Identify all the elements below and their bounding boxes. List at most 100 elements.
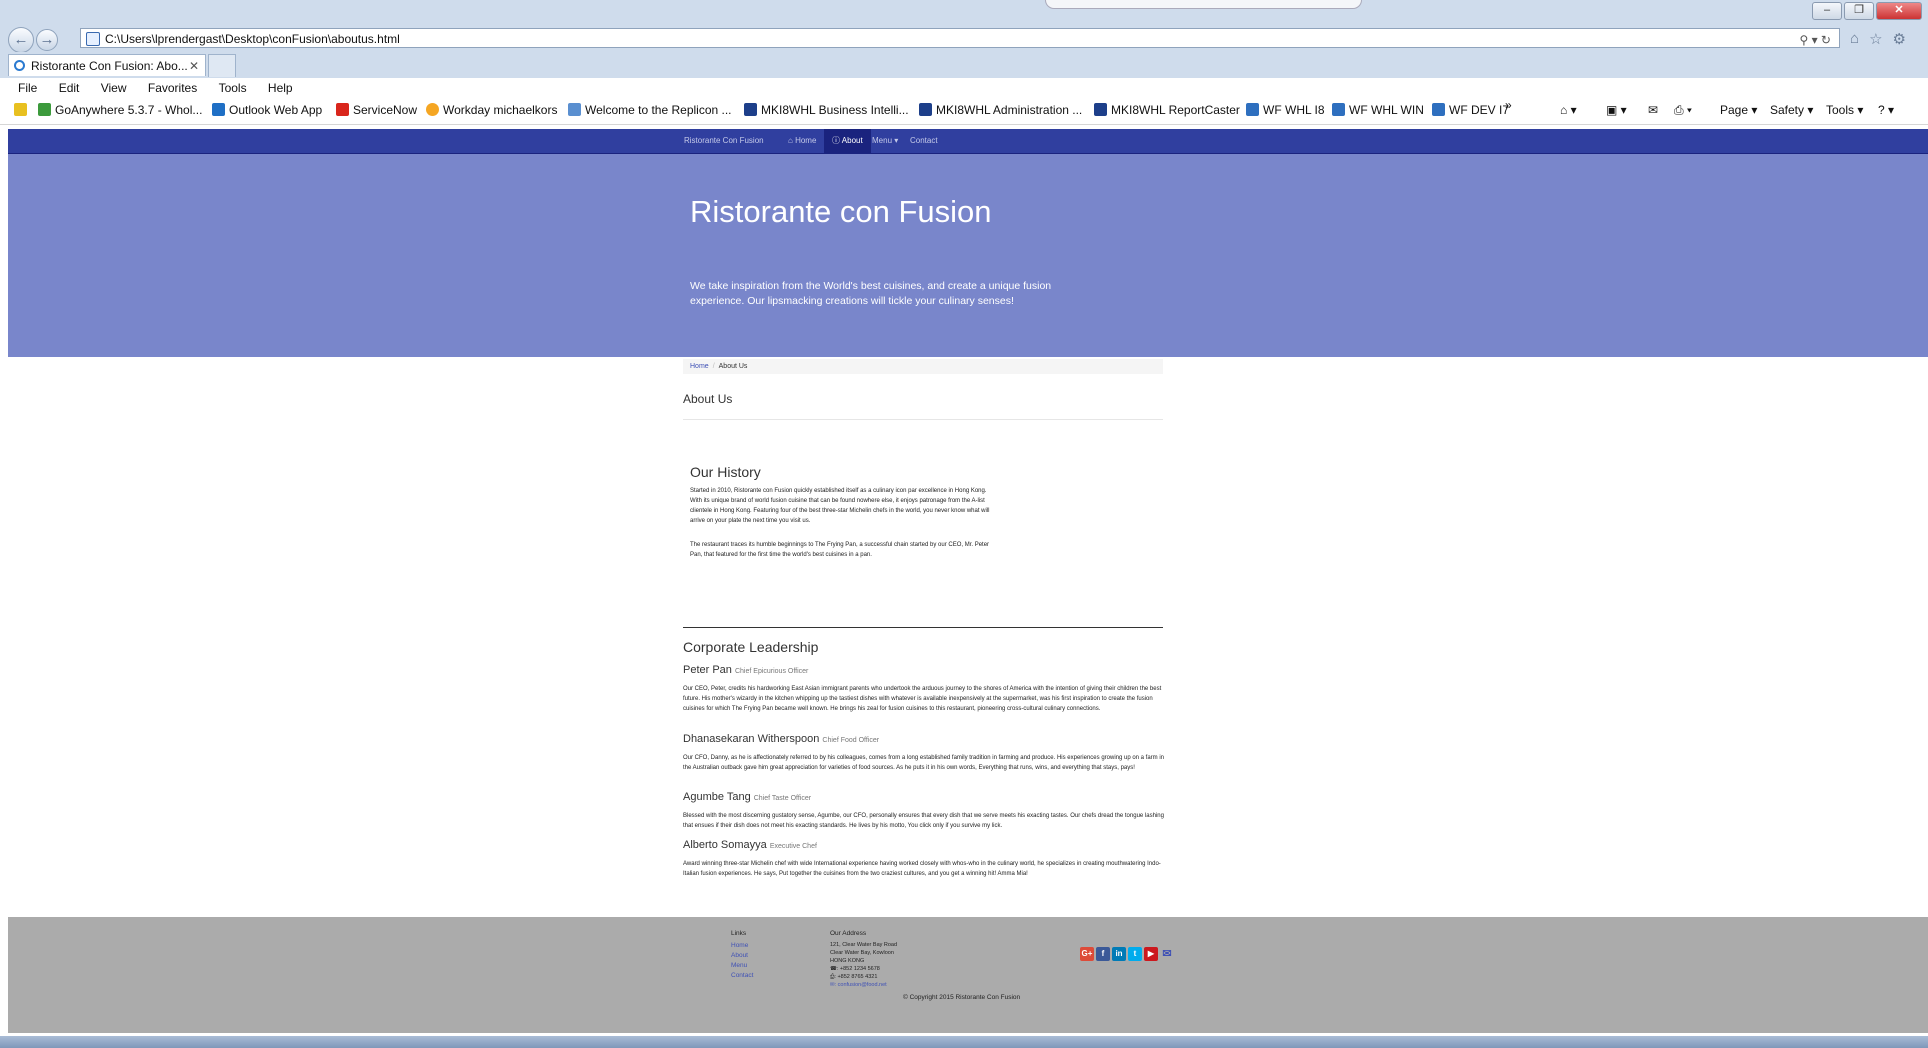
- tools-menu[interactable]: Tools ▾: [1826, 103, 1863, 117]
- nav-home[interactable]: ⌂ Home: [788, 129, 816, 153]
- favorites-bar: GoAnywhere 5.3.7 - Whol... Outlook Web A…: [0, 98, 1928, 125]
- gear-icon[interactable]: ⚙: [1893, 30, 1906, 48]
- breadcrumb: Home / About Us: [683, 359, 1163, 374]
- linkedin-icon[interactable]: in: [1112, 947, 1126, 961]
- links-heading: Links: [731, 930, 747, 937]
- search-refresh-icons[interactable]: ⚲ ▾ ↻: [1799, 30, 1831, 50]
- fav-item[interactable]: MKI8WHL ReportCaster: [1094, 103, 1240, 117]
- forward-icon[interactable]: →: [36, 29, 58, 51]
- history-paragraph: Started in 2010, Ristorante con Fusion q…: [690, 488, 990, 524]
- mail-icon[interactable]: ✉: [1648, 103, 1658, 117]
- address-text: C:\Users\lprendergast\Desktop\conFusion\…: [105, 32, 400, 46]
- fav-item[interactable]: Outlook Web App: [212, 103, 322, 117]
- leader-name: Alberto Somayya Executive Chef: [683, 839, 817, 851]
- feeds-icon[interactable]: ▣ ▾: [1606, 103, 1627, 117]
- footer-link-menu[interactable]: Menu: [731, 962, 747, 969]
- home-command-icon[interactable]: ⌂ ▾: [1560, 103, 1577, 117]
- fav-item[interactable]: WF WHL WIN: [1332, 103, 1424, 117]
- leader-title: Chief Epicurious Officer: [734, 668, 809, 675]
- twitter-icon[interactable]: t: [1128, 947, 1142, 961]
- mail-icon[interactable]: ✉: [1160, 947, 1174, 961]
- jumbotron: Ristorante con Fusion We take inspiratio…: [8, 154, 1928, 357]
- menu-help[interactable]: Help: [268, 81, 293, 95]
- menu-edit[interactable]: Edit: [59, 81, 80, 95]
- fav-item[interactable]: Workday michaelkors: [426, 103, 557, 117]
- titlebar-notch: [1045, 0, 1362, 9]
- leader-title: Chief Taste Officer: [753, 795, 812, 802]
- menu-view[interactable]: View: [101, 81, 127, 95]
- leader-name: Dhanasekaran Witherspoon Chief Food Offi…: [683, 733, 880, 745]
- menu-tools[interactable]: Tools: [219, 81, 247, 95]
- tab-title: Ristorante Con Fusion: Abo...: [31, 59, 188, 73]
- fav-item[interactable]: MKI8WHL Business Intelli...: [744, 103, 909, 117]
- print-icon[interactable]: ⎙ ▾: [1674, 103, 1692, 118]
- copyright: © Copyright 2015 Ristorante Con Fusion: [903, 994, 1021, 1001]
- youtube-icon[interactable]: ▶: [1144, 947, 1158, 961]
- window-controls: – ❐ ✕: [1812, 2, 1922, 20]
- windows-taskbar: [0, 1036, 1928, 1048]
- jumbotron-title: Ristorante con Fusion: [690, 194, 992, 229]
- jumbotron-text: We take inspiration from the World's bes…: [690, 280, 1052, 307]
- leader-bio: Blessed with the most discerning gustato…: [683, 813, 1164, 829]
- leader-title: Chief Food Officer: [822, 737, 880, 744]
- breadcrumb-home[interactable]: Home: [690, 363, 709, 370]
- divider: [683, 627, 1163, 628]
- address-heading: Our Address: [830, 930, 867, 937]
- back-icon[interactable]: ←: [8, 27, 34, 53]
- fav-item[interactable]: WF WHL I8: [1246, 103, 1325, 117]
- fav-item[interactable]: GoAnywhere 5.3.7 - Whol...: [38, 103, 202, 117]
- nav-contact[interactable]: Contact: [910, 129, 938, 153]
- safety-menu[interactable]: Safety ▾: [1770, 103, 1813, 117]
- fav-item[interactable]: MKI8WHL Administration ...: [919, 103, 1082, 117]
- history-heading: Our History: [690, 464, 761, 480]
- leadership-heading: Corporate Leadership: [683, 639, 819, 655]
- nav-about[interactable]: ⓘ About: [824, 129, 871, 153]
- leader-bio: Our CEO, Peter, credits his hardworking …: [683, 686, 1162, 712]
- leader-bio: Our CFO, Danny, as he is affectionately …: [683, 755, 1165, 771]
- footer-link-contact[interactable]: Contact: [731, 972, 753, 979]
- browser-tab[interactable]: Ristorante Con Fusion: Abo... ✕: [8, 54, 206, 76]
- leader-bio: Award winning three-star Michelin chef w…: [683, 861, 1161, 877]
- leader-name: Peter Pan Chief Epicurious Officer: [683, 664, 809, 676]
- ie-icon: [14, 60, 25, 71]
- home-icon[interactable]: ⌂: [1850, 30, 1859, 48]
- facebook-icon[interactable]: f: [1096, 947, 1110, 961]
- tab-row: Ristorante Con Fusion: Abo... ✕: [0, 52, 1928, 78]
- breadcrumb-current: About Us: [718, 363, 748, 370]
- favorites-star-icon[interactable]: [14, 103, 31, 117]
- page-icon: [86, 32, 100, 46]
- page-title: About Us: [683, 392, 733, 406]
- fav-item[interactable]: ServiceNow: [336, 103, 417, 117]
- address-bar[interactable]: C:\Users\lprendergast\Desktop\conFusion\…: [80, 28, 1840, 48]
- browser-icons: ⌂ ☆ ⚙: [1850, 30, 1906, 48]
- navbar-brand[interactable]: Ristorante Con Fusion: [684, 129, 764, 153]
- fav-item[interactable]: Welcome to the Replicon ...: [568, 103, 732, 117]
- more-favorites-icon[interactable]: »: [1505, 98, 1512, 112]
- history-paragraph: The restaurant traces its humble beginni…: [690, 542, 990, 558]
- new-tab-button[interactable]: [208, 54, 236, 77]
- page-menu[interactable]: Page ▾: [1720, 103, 1757, 117]
- window-titlebar: – ❐ ✕: [0, 0, 1928, 26]
- help-icon[interactable]: ? ▾: [1878, 103, 1894, 117]
- close-window-button[interactable]: ✕: [1876, 2, 1922, 20]
- email-link[interactable]: ✉: confusion@food.net: [830, 981, 897, 989]
- google-plus-icon[interactable]: G+: [1080, 947, 1094, 961]
- minimize-button[interactable]: –: [1812, 2, 1842, 20]
- close-tab-icon[interactable]: ✕: [189, 55, 199, 77]
- menu-bar: File Edit View Favorites Tools Help: [0, 78, 1928, 98]
- footer-link-about[interactable]: About: [731, 952, 748, 959]
- web-page: Ristorante Con Fusion ⌂ Home ⓘ About Men…: [8, 129, 1928, 1033]
- divider: [683, 419, 1163, 420]
- site-footer: Links Home About Menu Contact Our Addres…: [8, 917, 1928, 1033]
- menu-favorites[interactable]: Favorites: [148, 81, 197, 95]
- address-block: 121, Clear Water Bay Road Clear Water Ba…: [830, 942, 898, 989]
- fav-item[interactable]: WF DEV I7: [1432, 103, 1509, 117]
- menu-file[interactable]: File: [18, 81, 37, 95]
- leader-name: Agumbe Tang Chief Taste Officer: [683, 791, 812, 803]
- favorites-star-icon[interactable]: ☆: [1869, 30, 1882, 48]
- footer-link-home[interactable]: Home: [731, 942, 748, 949]
- nav-menu[interactable]: Menu ▾: [872, 129, 898, 153]
- restore-button[interactable]: ❐: [1844, 2, 1874, 20]
- leader-title: Executive Chef: [769, 843, 817, 850]
- address-row: ← → C:\Users\lprendergast\Desktop\conFus…: [0, 26, 1928, 53]
